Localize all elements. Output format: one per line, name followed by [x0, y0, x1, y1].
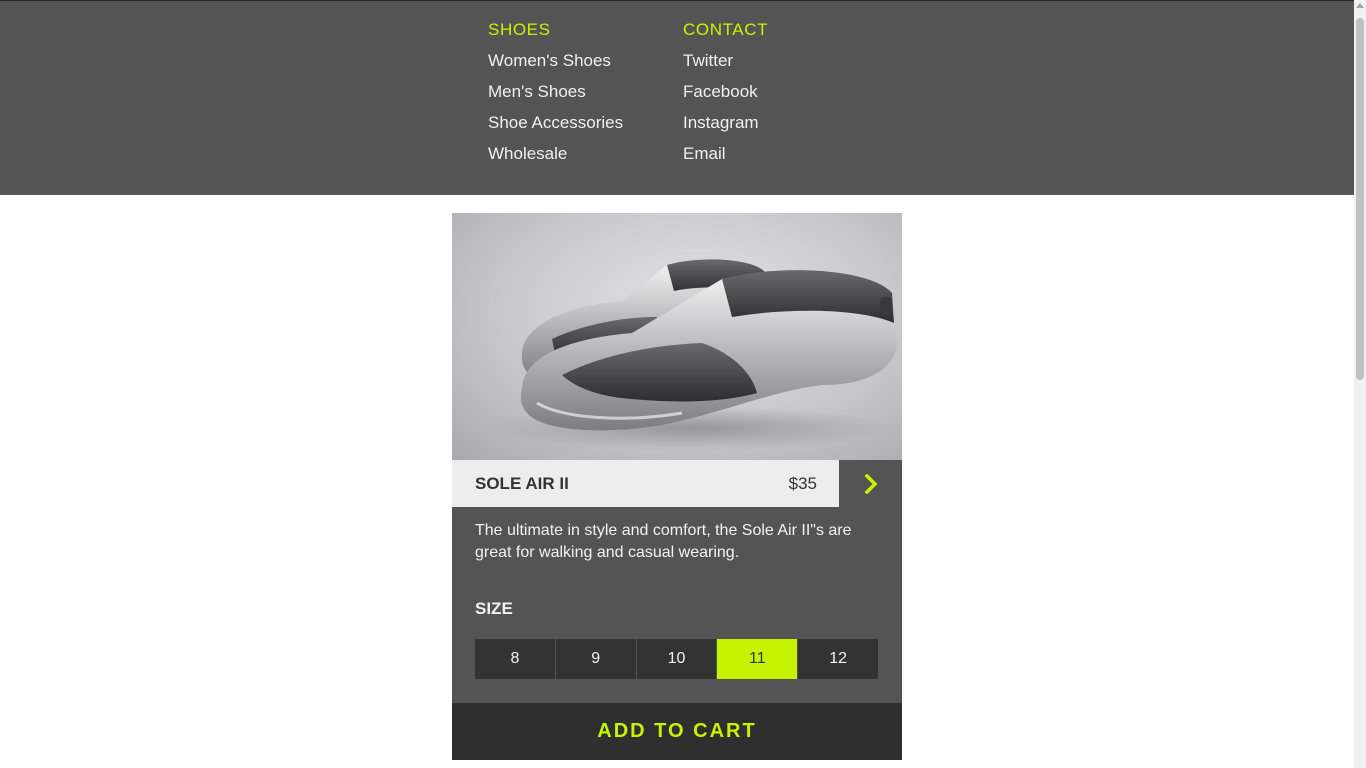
- product-name: SOLE AIR II: [475, 474, 569, 493]
- product-price: $35: [788, 474, 817, 493]
- size-option-10[interactable]: 10: [636, 639, 717, 679]
- shoe-illustration: [492, 259, 897, 450]
- size-selector: 8 9 10 11 12: [475, 639, 878, 679]
- top-navigation: SHOES Women's Shoes Men's Shoes Shoe Acc…: [0, 1, 1354, 195]
- nav-link-facebook[interactable]: Facebook: [683, 81, 768, 102]
- product-header-bar: SOLE AIR II $35: [452, 460, 902, 507]
- nav-link-womens-shoes[interactable]: Women's Shoes: [488, 50, 623, 71]
- chevron-right-icon: [864, 473, 877, 494]
- size-option-11[interactable]: 11: [717, 639, 798, 679]
- product-info: SOLE AIR II $35: [452, 460, 839, 507]
- nav-link-email[interactable]: Email: [683, 143, 768, 164]
- product-details: The ultimate in style and comfort, the S…: [452, 507, 902, 703]
- nav-heading-contact: CONTACT: [683, 20, 769, 39]
- nav-column-shoes: SHOES Women's Shoes Men's Shoes Shoe Acc…: [488, 19, 623, 174]
- product-description: The ultimate in style and comfort, the S…: [475, 522, 852, 561]
- nav-link-instagram[interactable]: Instagram: [683, 112, 768, 133]
- nav-link-mens-shoes[interactable]: Men's Shoes: [488, 81, 623, 102]
- vertical-scrollbar[interactable]: [1354, 0, 1366, 768]
- product-image: [452, 213, 902, 460]
- nav-link-twitter[interactable]: Twitter: [683, 50, 768, 71]
- next-product-button[interactable]: [839, 460, 902, 507]
- size-option-9[interactable]: 9: [555, 639, 636, 679]
- product-card: SOLE AIR II $35 The ultimate in style an…: [452, 213, 902, 760]
- add-to-cart-button[interactable]: ADD TO CART: [452, 703, 902, 760]
- nav-heading-shoes: SHOES: [488, 20, 551, 39]
- size-option-12[interactable]: 12: [798, 639, 878, 679]
- size-label: SIZE: [475, 599, 513, 618]
- size-option-8[interactable]: 8: [475, 639, 555, 679]
- scroll-up-arrow-icon[interactable]: [1356, 3, 1364, 8]
- nav-column-contact: CONTACT Twitter Facebook Instagram Email: [683, 19, 768, 174]
- scroll-thumb[interactable]: [1356, 18, 1364, 380]
- nav-link-wholesale[interactable]: Wholesale: [488, 143, 623, 164]
- nav-link-shoe-accessories[interactable]: Shoe Accessories: [488, 112, 623, 133]
